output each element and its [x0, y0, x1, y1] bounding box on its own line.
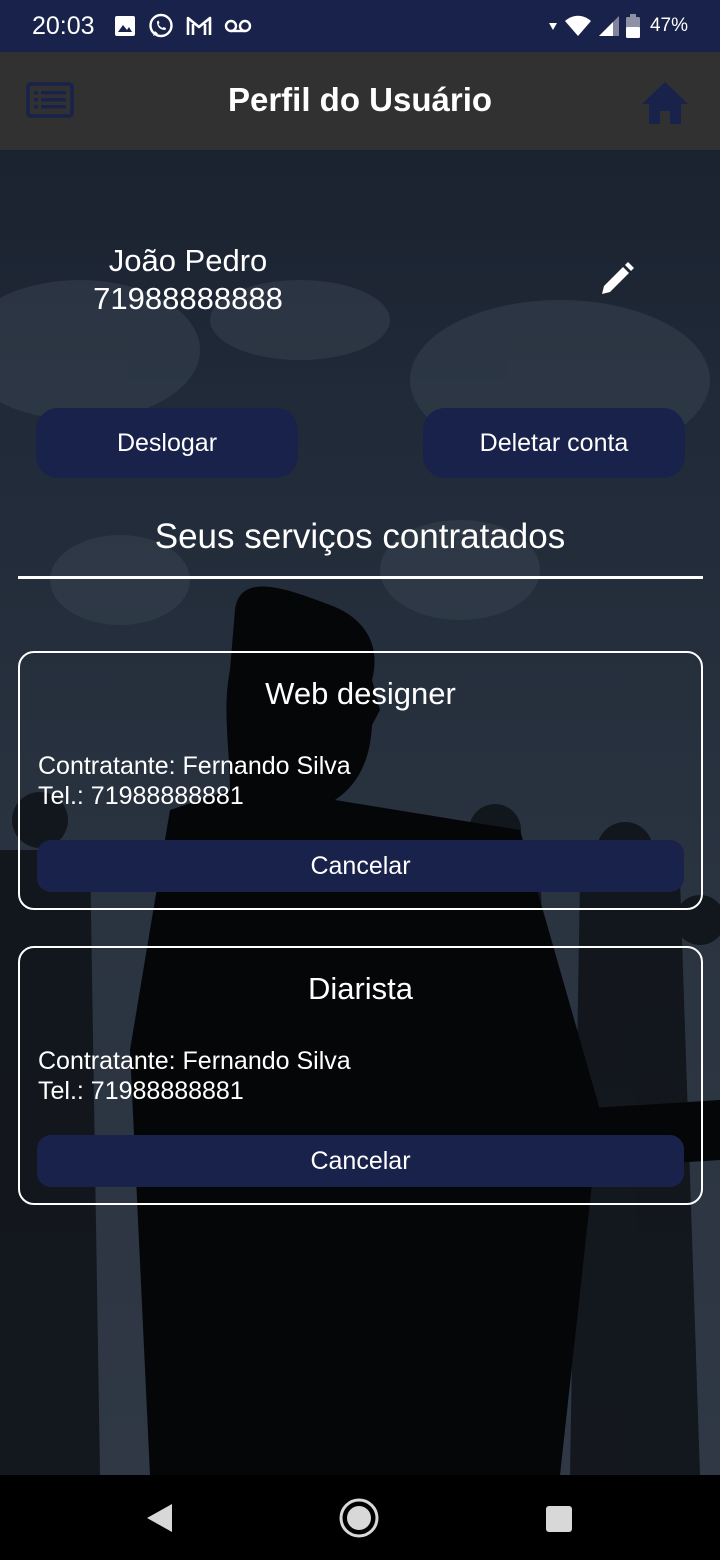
whatsapp-icon — [149, 13, 173, 38]
status-time: 20:03 — [32, 12, 95, 40]
wifi-icon — [564, 15, 591, 36]
delete-account-button[interactable]: Deletar conta — [423, 408, 685, 478]
user-name: João Pedro — [108, 243, 268, 278]
system-navigation-bar — [0, 1475, 720, 1560]
cell-signal-icon — [598, 16, 619, 36]
cancel-service-button[interactable]: Cancelar — [37, 1135, 684, 1187]
home-icon — [642, 82, 688, 124]
service-title: Diarista — [307, 971, 414, 1006]
app-header: Perfil do Usuário — [0, 52, 720, 150]
home-button[interactable] — [640, 80, 690, 126]
nav-recents-button[interactable] — [545, 1505, 573, 1533]
service-card: Diarista Contratante: Fernando Silva Tel… — [18, 946, 703, 1205]
voicemail-icon — [224, 19, 252, 33]
battery-percent: 47% — [649, 15, 688, 36]
battery-icon — [625, 14, 640, 38]
recents-square-icon — [546, 1506, 572, 1532]
user-phone: 71988888888 — [93, 281, 283, 316]
image-icon — [115, 16, 135, 36]
back-triangle-icon — [147, 1504, 172, 1532]
services-section-title: Seus serviços contratados — [154, 517, 566, 556]
page-title: Perfil do Usuário — [227, 81, 493, 118]
section-divider — [18, 576, 703, 579]
nav-back-button[interactable] — [144, 1501, 176, 1535]
edit-profile-button[interactable] — [596, 260, 636, 300]
data-arrow-icon — [548, 23, 557, 30]
profile-content: João Pedro 71988888888 Deslogar Deletar … — [0, 150, 720, 1475]
notification-icons — [114, 13, 252, 39]
service-phone: Tel.: 71988888881 — [38, 782, 244, 810]
pencil-icon — [602, 262, 634, 294]
service-phone: Tel.: 71988888881 — [38, 1077, 244, 1105]
cancel-service-button[interactable]: Cancelar — [37, 840, 684, 892]
gmail-icon — [186, 16, 212, 35]
logout-button[interactable]: Deslogar — [36, 408, 298, 478]
home-circle-icon — [339, 1498, 379, 1538]
nav-home-button[interactable] — [338, 1497, 380, 1539]
service-contractor: Contratante: Fernando Silva — [38, 1047, 351, 1075]
service-contractor: Contratante: Fernando Silva — [38, 752, 351, 780]
system-icons: 47% — [548, 12, 688, 40]
service-title: Web designer — [265, 676, 456, 711]
status-bar: 20:03 47% — [0, 0, 720, 52]
service-card: Web designer Contratante: Fernando Silva… — [18, 651, 703, 910]
